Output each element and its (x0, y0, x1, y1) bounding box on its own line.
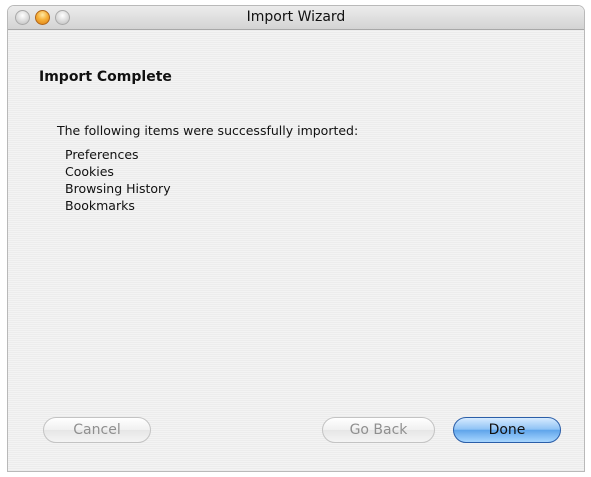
window-title: Import Wizard (246, 9, 346, 25)
done-button[interactable]: Done (453, 417, 561, 443)
minimize-icon[interactable] (35, 10, 50, 25)
import-summary-text: The following items were successfully im… (57, 123, 359, 138)
zoom-icon[interactable] (55, 10, 70, 25)
import-wizard-window: Import Wizard Import Complete The follow… (8, 6, 584, 471)
imported-item-cookies: Cookies (65, 164, 114, 179)
title-bar[interactable]: Import Wizard (8, 6, 584, 30)
cancel-button[interactable]: Cancel (43, 417, 151, 443)
imported-item-preferences: Preferences (65, 147, 139, 162)
imported-item-bookmarks: Bookmarks (65, 198, 135, 213)
go-back-button[interactable]: Go Back (322, 417, 435, 443)
close-icon[interactable] (15, 10, 30, 25)
imported-items-list: Preferences Cookies Browsing History Boo… (65, 146, 171, 214)
imported-item-browsing-history: Browsing History (65, 181, 171, 196)
page-heading: Import Complete (39, 69, 172, 85)
